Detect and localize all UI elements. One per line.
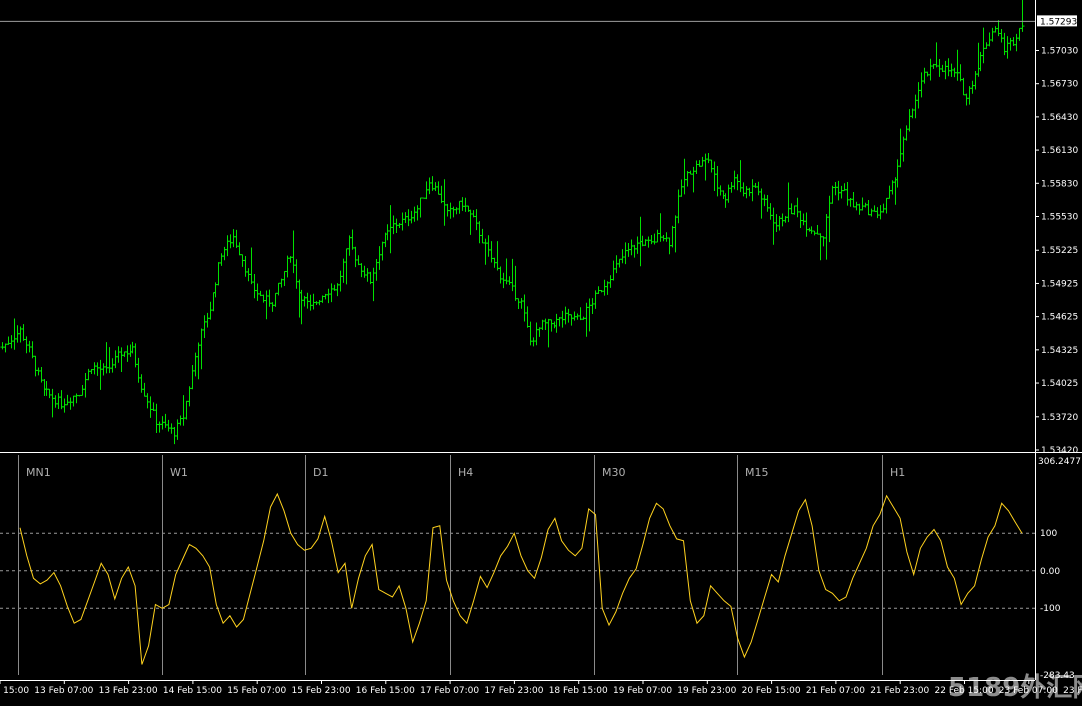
indicator-top-label: 306.2477 xyxy=(1038,457,1081,467)
price-label: 1.54625 xyxy=(1041,313,1078,323)
price-label: 1.53720 xyxy=(1041,413,1078,423)
indicator-level-minus-100: -100 xyxy=(1040,604,1061,614)
forex-chart[interactable]: 1.57030 1.56730 1.56430 1.56130 1.55830 1.555… xyxy=(0,0,1082,706)
time-label: 15 Feb 23:00 xyxy=(292,686,351,696)
price-label: 1.54325 xyxy=(1041,346,1078,356)
price-label: 1.56130 xyxy=(1041,146,1078,156)
timeframe-label: H1 xyxy=(890,466,905,479)
time-label: 17 Feb 23:00 xyxy=(484,686,543,696)
time-label: 14 Feb 15:00 xyxy=(163,686,222,696)
price-label: 1.56730 xyxy=(1041,80,1078,90)
price-label: 1.55530 xyxy=(1041,212,1078,222)
price-label: 1.55830 xyxy=(1041,179,1078,189)
indicator-level-100: 100 xyxy=(1040,529,1057,539)
price-label: 1.57030 xyxy=(1041,46,1078,56)
indicator-level-0: 0.00 xyxy=(1040,567,1060,577)
watermark: 5189外汇网 xyxy=(948,673,1082,703)
time-label: 16 Feb 15:00 xyxy=(356,686,415,696)
price-label: 1.55225 xyxy=(1041,246,1078,256)
time-label: 15 Feb 07:00 xyxy=(227,686,286,696)
timeframe-label: M30 xyxy=(602,466,626,479)
timeframe-label: M15 xyxy=(745,466,769,479)
time-label: 13 Feb 07:00 xyxy=(34,686,93,696)
price-label: 1.54925 xyxy=(1041,279,1078,289)
price-label: 1.56430 xyxy=(1041,113,1078,123)
timeframe-label: MN1 xyxy=(26,466,51,479)
timeframe-label: D1 xyxy=(313,466,328,479)
current-price-label: 1.57293 xyxy=(1040,17,1077,27)
time-label: 13 Feb 23:00 xyxy=(99,686,158,696)
time-label: 18 Feb 15:00 xyxy=(549,686,608,696)
time-label: 20 Feb 15:00 xyxy=(742,686,801,696)
time-label: 17 Feb 07:00 xyxy=(420,686,479,696)
time-label: 21 Feb 07:00 xyxy=(806,686,865,696)
time-label: 12 Feb 15:00 xyxy=(0,686,29,696)
price-label: 1.53420 xyxy=(1041,446,1078,456)
time-label: 21 Feb 23:00 xyxy=(870,686,929,696)
timeframe-label: H4 xyxy=(458,466,473,479)
price-label: 1.54025 xyxy=(1041,379,1078,389)
time-label: 19 Feb 07:00 xyxy=(613,686,672,696)
time-label: 19 Feb 23:00 xyxy=(677,686,736,696)
timeframe-label: W1 xyxy=(170,466,188,479)
current-price-tag: 1.57293 xyxy=(1037,15,1077,27)
